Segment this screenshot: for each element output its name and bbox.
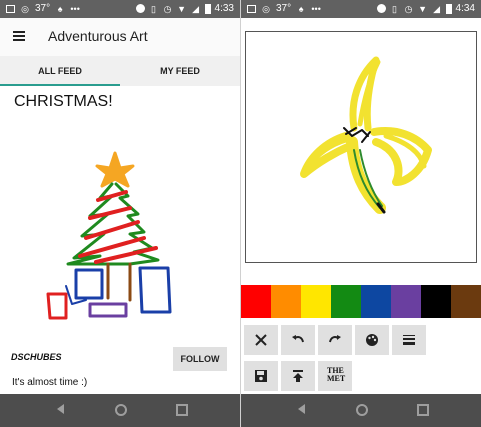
color-swatch-black[interactable] <box>421 285 451 318</box>
menu-icon[interactable] <box>13 31 25 41</box>
upload-icon <box>293 370 303 382</box>
image-icon <box>6 4 15 13</box>
color-picker-button[interactable] <box>355 325 389 355</box>
recents-icon[interactable] <box>176 404 188 416</box>
color-swatch-brown[interactable] <box>451 285 481 318</box>
feed-tabs: ALL FEED MY FEED <box>0 56 240 86</box>
wifi-icon: ▼ <box>418 3 427 14</box>
publish-button[interactable] <box>281 361 315 391</box>
more-icon: ••• <box>311 3 321 14</box>
clear-button[interactable] <box>244 325 278 355</box>
nav-bar <box>0 394 240 427</box>
color-swatch-yellow[interactable] <box>301 285 331 318</box>
right-screen: ◎ 37° ♠ ••• ▯ ◷ ▼ ◢ 4:34 THE MET <box>241 0 481 427</box>
status-bar: ◎ 37° ♠ ••• ▯ ◷ ▼ ◢ 4:34 <box>241 0 481 18</box>
met-logo: THE MET <box>327 366 346 383</box>
battery-icon <box>204 3 211 14</box>
app-bar: Adventurous Art <box>0 18 240 56</box>
post-author[interactable]: DSCHUBES <box>11 352 62 362</box>
follow-button[interactable]: FOLLOW <box>173 347 227 371</box>
tab-my-feed[interactable]: MY FEED <box>120 56 240 86</box>
save-icon <box>255 370 267 382</box>
undo-button[interactable] <box>281 325 315 355</box>
recents-icon[interactable] <box>417 404 429 416</box>
post-title: CHRISTMAS! <box>14 93 113 110</box>
signal-icon: ◢ <box>192 3 199 14</box>
save-button[interactable] <box>244 361 278 391</box>
wifi-icon: ▼ <box>177 3 186 14</box>
clock-text: 4:33 <box>214 3 234 14</box>
clock-text: 4:34 <box>455 3 475 14</box>
instagram-icon: ◎ <box>262 3 270 14</box>
color-swatch-green[interactable] <box>331 285 361 318</box>
signal-icon: ◢ <box>433 3 440 14</box>
color-swatch-orange[interactable] <box>271 285 301 318</box>
temperature-text: 37° <box>276 3 292 14</box>
back-icon[interactable] <box>298 404 305 414</box>
more-icon: ••• <box>70 3 80 14</box>
undo-icon <box>292 335 304 343</box>
line-weight-icon <box>403 335 415 345</box>
brush-size-button[interactable] <box>392 325 426 355</box>
image-icon <box>247 4 256 13</box>
snapchat-icon: ♠ <box>57 3 63 14</box>
minus-circle-icon <box>376 4 386 13</box>
color-palette <box>241 285 481 318</box>
home-icon[interactable] <box>356 404 368 416</box>
instagram-icon: ◎ <box>21 3 29 14</box>
redo-icon <box>329 335 341 343</box>
tab-all-feed[interactable]: ALL FEED <box>0 56 120 86</box>
left-screen: ◎ 37° ♠ ••• ▯ ◷ ▼ ◢ 4:33 Adventurous Art… <box>0 0 240 427</box>
drawing-canvas[interactable] <box>245 31 477 263</box>
post-drawing[interactable] <box>30 140 200 325</box>
minus-circle-icon <box>135 4 145 13</box>
app-title: Adventurous Art <box>48 28 148 44</box>
alarm-icon: ◷ <box>404 3 413 14</box>
alarm-icon: ◷ <box>163 3 172 14</box>
palette-icon <box>366 334 378 346</box>
met-button[interactable]: THE MET <box>318 361 352 391</box>
snapchat-icon: ♠ <box>298 3 304 14</box>
vibrate-icon: ▯ <box>151 3 156 14</box>
post-caption: It's almost time :) <box>12 377 88 388</box>
back-icon[interactable] <box>57 404 64 414</box>
status-bar: ◎ 37° ♠ ••• ▯ ◷ ▼ ◢ 4:33 <box>0 0 240 18</box>
battery-icon <box>445 3 452 14</box>
color-swatch-purple[interactable] <box>391 285 421 318</box>
redo-button[interactable] <box>318 325 352 355</box>
nav-bar <box>241 394 481 427</box>
color-swatch-blue[interactable] <box>361 285 391 318</box>
temperature-text: 37° <box>35 3 51 14</box>
close-icon <box>255 334 267 346</box>
color-swatch-red[interactable] <box>241 285 271 318</box>
vibrate-icon: ▯ <box>392 3 397 14</box>
home-icon[interactable] <box>115 404 127 416</box>
